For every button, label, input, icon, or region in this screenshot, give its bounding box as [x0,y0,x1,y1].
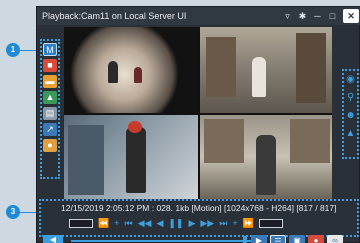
playback-window: Playback:Cam11 on Local Server UI ▿ ✱ ─ … [36,6,360,243]
bottom-right-buttons: ▶ ☰ ▣ ● ∞ [251,235,343,243]
snapshot-icon[interactable]: ▣ [289,235,305,243]
tag-icon[interactable]: ● [43,139,57,152]
search-icon[interactable]: ⚲ [347,93,354,103]
record-icon[interactable]: ● [308,235,324,243]
seek-row: ◀ ▶ ☰ ▣ ● ∞ [37,235,360,243]
next-frame-icon[interactable]: ▶ [251,235,267,243]
maximize-icon[interactable]: □ [328,7,337,25]
step-back-icon[interactable]: ◀ [156,217,163,229]
video-grid[interactable] [64,27,332,199]
play-icon[interactable]: ▶ [188,217,195,229]
window-controls: ▿ ✱ ─ □ ✕ [283,7,359,25]
playback-control-panel: 12/15/2019 2:05:12 PM : 028. 1kb [Motion… [39,199,359,237]
export-icon[interactable]: ↗ [43,123,57,136]
skip-end-icon[interactable]: ⏭ [219,217,227,229]
m-icon[interactable]: M [43,43,57,56]
stop-icon[interactable]: ■ [43,59,57,72]
folder-icon[interactable]: ▬ [43,75,57,88]
add-bookmark-icon[interactable]: + [114,217,119,229]
skip-start-icon[interactable]: ⏮ [124,217,132,229]
seek-bar[interactable] [71,236,251,243]
image-icon[interactable]: ▲ [43,91,57,104]
volume-icon[interactable]: ◀ [43,235,63,243]
camera-view-bottom-right[interactable] [200,115,332,199]
camera-view-bottom-left[interactable] [64,115,198,199]
settings-icon[interactable]: ✱ [298,7,307,25]
printer-icon[interactable]: ▤ [43,107,57,120]
link-icon[interactable]: ∞ [327,235,343,243]
left-toolbar: M ■ ▬ ▲ ▤ ↗ ● [40,39,60,179]
fast-forward-icon[interactable]: ▶▶ [200,217,214,229]
callout-1: 1 [6,43,20,57]
fast-rewind-icon[interactable]: ⏪ [98,217,109,229]
microphone-icon[interactable]: ▲ [346,129,356,139]
person-icon[interactable]: ☻ [345,111,356,121]
binoculars-icon[interactable]: ◉ [346,75,355,85]
transport-controls: ⏪ + ⏮ ◀◀ ◀ ❚❚ ▶ ▶▶ ⏭ + ⏩ [69,217,283,229]
title-bar: Playback:Cam11 on Local Server UI ▿ ✱ ─ … [37,7,360,25]
pin-icon[interactable]: ▿ [283,7,292,25]
minimize-icon[interactable]: ─ [313,7,322,25]
close-icon[interactable]: ✕ [343,9,359,23]
callout-3: 3 [6,205,20,219]
seek-handle[interactable] [243,236,247,243]
list-icon[interactable]: ☰ [270,235,286,243]
camera-view-top-right[interactable] [200,27,332,113]
status-text: 12/15/2019 2:05:12 PM : 028. 1kb [Motion… [61,203,337,213]
right-toolbar: ◉ ⚲ ☻ ▲ [342,69,359,159]
speed-down-box[interactable] [69,218,93,228]
rewind-icon[interactable]: ◀◀ [138,217,152,229]
pause-icon[interactable]: ❚❚ [168,217,183,229]
camera-view-fisheye[interactable] [64,27,198,113]
speed-up-box[interactable] [258,218,283,228]
window-title: Playback:Cam11 on Local Server UI [42,11,187,21]
add-marker-icon[interactable]: + [232,217,237,229]
fast-forward-end-icon[interactable]: ⏩ [243,217,254,229]
